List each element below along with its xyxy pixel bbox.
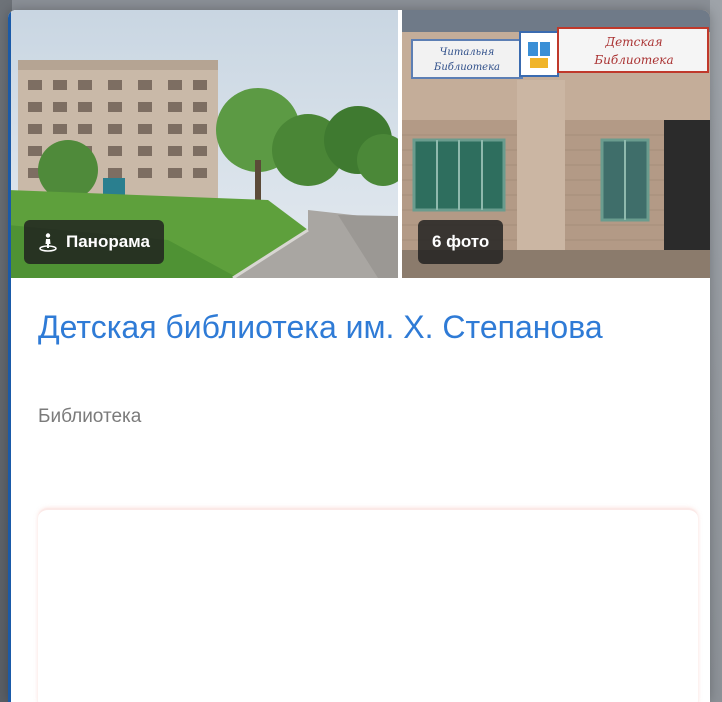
photos-count-button[interactable]: 6 фото: [418, 220, 504, 264]
photo-strip: Панорама Читальня Библиотека Детская Биб…: [8, 10, 710, 278]
card-accent-bar: [8, 10, 11, 702]
panorama-person-icon: [39, 233, 57, 252]
place-title[interactable]: Детская библиотека им. Х. Степанова: [38, 308, 678, 346]
place-category: Библиотека: [38, 406, 142, 427]
photos-count-label: 6 фото: [432, 232, 490, 251]
background-right: [710, 0, 722, 702]
sign-right-line2: Библиотека: [593, 53, 673, 67]
sign-right-line1: Детская: [604, 35, 662, 49]
place-card: Панорама Читальня Библиотека Детская Биб…: [8, 10, 710, 702]
building-photo[interactable]: Читальня Библиотека Детская Библиотека 6…: [402, 10, 710, 278]
panorama-button[interactable]: Панорама: [24, 220, 164, 264]
info-panel: [38, 508, 698, 702]
panorama-photo[interactable]: Панорама: [8, 10, 398, 278]
sign-left-line2: Библиотека: [433, 62, 500, 73]
sign-left-line1: Читальня: [440, 47, 495, 58]
panorama-label: Панорама: [66, 232, 150, 251]
